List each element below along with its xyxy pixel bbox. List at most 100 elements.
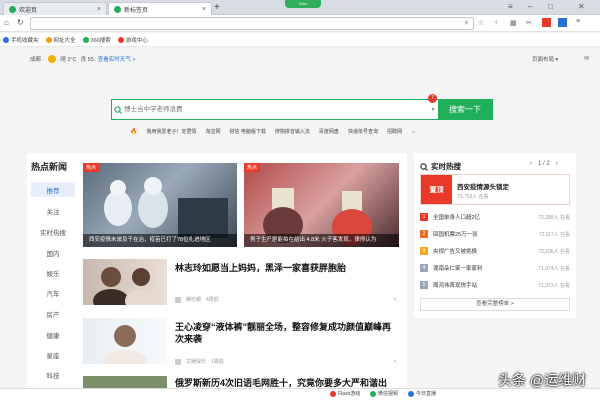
pinned-trending-item[interactable]: 置顶 西安疫情源头锁定 73,753人 在看 xyxy=(420,174,570,205)
extension-icon[interactable] xyxy=(542,18,551,27)
bookmark-label: 网址大全 xyxy=(53,37,76,44)
360-logo-icon xyxy=(114,5,121,13)
bookmark-item[interactable]: 网址大全 xyxy=(45,36,76,44)
search-button[interactable]: 搜索一下 xyxy=(438,100,492,119)
image-news-card[interactable]: 热点 西安疫情未波及千在治，疫苗已打了78位扎进地区 xyxy=(83,163,237,247)
bookmark-item[interactable]: 360搜索 xyxy=(82,36,111,44)
hot-word[interactable]: 我用我爱老子！定君情 xyxy=(146,128,196,135)
hot-word[interactable]: 财信 电脑版下载 xyxy=(230,128,266,135)
maximize-icon[interactable]: □ xyxy=(548,2,553,11)
trending-pager: ‹ 1 / 2 › xyxy=(530,161,558,167)
trending-item[interactable]: 2 回国机票25万一张 72,117人 在看 xyxy=(420,229,570,239)
pinned-tag: 置顶 xyxy=(421,175,452,204)
news-source: 文娱探乐 xyxy=(186,359,207,365)
rank-badge: 3 xyxy=(420,247,428,255)
notification-badge: 7 xyxy=(428,94,437,103)
search-input[interactable] xyxy=(124,100,428,119)
search-dropdown-icon[interactable]: ▾ xyxy=(428,106,438,113)
weather-widget[interactable]: 成都 · 晴 3°C 良 55 查看实时天气 > xyxy=(30,55,136,63)
hot-word[interactable]: 百度网盘 xyxy=(319,128,339,135)
trending-item[interactable]: 5 周鸿伟首现快手站 71,972人 在看 xyxy=(420,280,570,290)
status-item[interactable]: 微信视频 xyxy=(370,390,398,397)
lightning-icon[interactable]: ⚡ xyxy=(464,19,469,27)
close-icon[interactable]: × xyxy=(97,6,101,13)
trending-item[interactable]: 1 全国单身人口超2亿 72,288人 在看 xyxy=(420,212,570,222)
hot-word[interactable]: 搜狗拼音输入法 xyxy=(275,128,310,135)
sidebar-item-health[interactable]: 健康 xyxy=(31,327,75,342)
weather-link[interactable]: 查看实时天气 > xyxy=(98,55,136,63)
status-item[interactable]: Flash游戏 xyxy=(330,390,360,397)
live-icon xyxy=(408,390,414,397)
search-engine-icon[interactable] xyxy=(112,100,124,119)
extension-icon[interactable] xyxy=(558,18,567,27)
tab-new-tab[interactable]: 新标签页 × xyxy=(108,2,212,15)
back-icon[interactable]: ‹ xyxy=(495,19,497,26)
sidebar-item-follow[interactable]: 关注 xyxy=(31,203,75,218)
bookmark-label: 手机收藏夹 xyxy=(11,37,39,44)
sun-icon xyxy=(48,55,57,63)
layout-button[interactable]: 页面布局 ▾ xyxy=(532,55,558,63)
prev-page-icon[interactable]: ‹ xyxy=(530,161,532,167)
sidebar-item-recommend[interactable]: 推荐 xyxy=(31,182,75,197)
rank-badge: 2 xyxy=(420,230,428,238)
image-news-card[interactable]: 热点 男子生产剧能拍在给出 4.8米 火子客发现，律师认为 xyxy=(244,163,399,247)
tab-welcome[interactable]: 欢迎页 × xyxy=(3,2,107,15)
bookmark-icon xyxy=(45,36,52,43)
menu-more-icon[interactable]: ≡ xyxy=(576,18,580,25)
view-full-list-button[interactable]: 查看完整榜单 > xyxy=(420,298,570,311)
dismiss-icon[interactable]: ✕ xyxy=(393,297,397,303)
weather-temp: 晴 3°C xyxy=(60,57,77,63)
close-icon[interactable]: × xyxy=(202,6,206,13)
close-window-icon[interactable]: ✕ xyxy=(578,2,585,11)
trending-item[interactable]: 4 湖南朵仁家一家家利 71,974人 在看 xyxy=(420,263,570,273)
sidebar-item-domestic[interactable]: 国内 xyxy=(31,245,75,260)
search-box: ▾ 搜索一下 xyxy=(111,99,493,120)
hot-word[interactable]: 招聘网 xyxy=(387,128,402,135)
next-page-icon[interactable]: › xyxy=(556,161,558,167)
hot-word[interactable]: 快递单号查询 xyxy=(348,128,378,135)
sidebar-item-trending[interactable]: 实时热搜 xyxy=(31,224,75,239)
bookmark-item[interactable]: 游戏中心 xyxy=(117,36,148,44)
bookmark-label: 游戏中心 xyxy=(125,37,148,44)
status-item[interactable]: 今日直播 xyxy=(408,390,436,397)
hot-word[interactable]: 淘宝网 xyxy=(206,128,221,135)
news-item[interactable]: 俄罗斯新历4次旧语毛网胜十，究竟你要多大严和谐出 xyxy=(83,376,399,388)
watermark: 头条 @运维财 xyxy=(498,372,587,388)
news-title[interactable]: 王心凌穿“液体裤”靓丽全场，整容修复成功颜值巅峰再次来袭 xyxy=(175,321,395,345)
minimize-icon[interactable]: – xyxy=(528,2,532,11)
sidebar-item-entertainment[interactable]: 娱乐 xyxy=(31,265,75,280)
address-input[interactable] xyxy=(30,17,474,30)
new-tab-plus-icon[interactable]: + xyxy=(214,2,220,13)
sidebar-item-horoscope[interactable]: 星座 xyxy=(31,347,75,362)
cut-icon[interactable]: ✂ xyxy=(526,19,532,27)
news-thumbnail xyxy=(83,376,167,388)
bookmark-item[interactable]: 手机收藏夹 xyxy=(3,36,39,44)
rank-badge: 1 xyxy=(420,213,428,221)
news-title[interactable]: 林志玲如愿当上妈妈，黑泽一家喜获胖胞胎 xyxy=(175,262,395,274)
news-source: 娱乐眼 xyxy=(186,297,202,303)
news-thumbnail xyxy=(83,318,167,364)
refresh-icon[interactable]: ↻ xyxy=(17,18,24,27)
sidebar-item-auto[interactable]: 汽车 xyxy=(31,285,75,300)
source-avatar xyxy=(175,358,181,365)
menu-icon[interactable]: ≡ xyxy=(508,2,513,11)
sidebar-item-property[interactable]: 房产 xyxy=(31,306,75,321)
tab-label: 新标签页 xyxy=(124,7,149,14)
trending-text: 全国单身人口超2亿 xyxy=(433,215,481,221)
sidebar-item-tech[interactable]: 科技 xyxy=(31,367,75,382)
message-icon[interactable]: ✉ xyxy=(584,55,589,62)
news-meta: 文娱探乐 1周前 xyxy=(175,358,224,365)
dismiss-icon[interactable]: ✕ xyxy=(393,359,397,365)
promo-pill[interactable]: Gmo xyxy=(285,0,321,8)
news-title[interactable]: 俄罗斯新历4次旧语毛网胜十，究竟你要多大严和谐出 xyxy=(175,377,395,388)
trending-item[interactable]: 3 央视广告又被挑换 72,106人 在看 xyxy=(420,246,570,256)
search-icon xyxy=(420,162,428,171)
apps-icon[interactable]: ▦ xyxy=(510,19,517,27)
news-item[interactable]: 林志玲如愿当上妈妈，黑泽一家喜获胖胞胎 娱乐眼 4周前 ✕ xyxy=(83,259,399,310)
trending-count: 71,974人 在看 xyxy=(538,265,570,272)
news-item[interactable]: 王心凌穿“液体裤”靓丽全场，整容修复成功颜值巅峰再次来袭 文娱探乐 1周前 ✕ xyxy=(83,318,399,369)
home-icon[interactable]: ⌂ xyxy=(4,18,9,27)
star-icon[interactable]: ☆ xyxy=(478,19,484,27)
expand-icon[interactable]: ⌄ xyxy=(411,128,416,135)
trending-text: 回国机票25万一张 xyxy=(433,232,478,238)
